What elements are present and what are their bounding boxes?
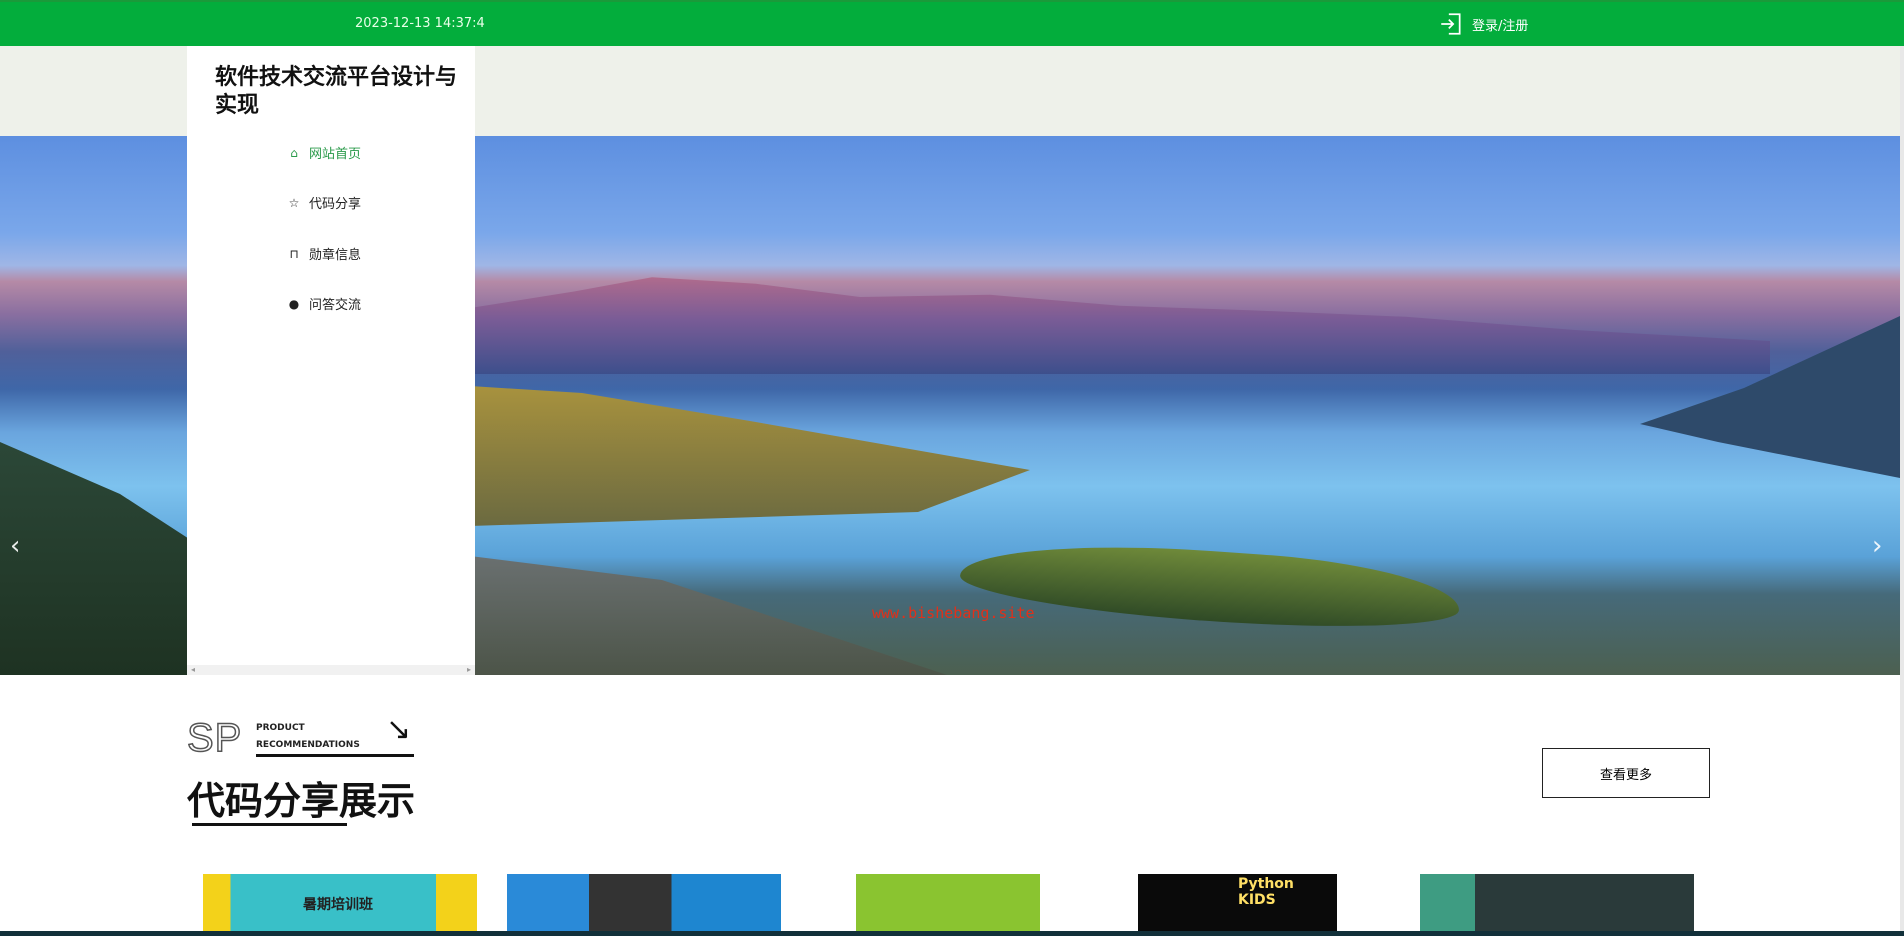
card-caption: 暑期培训班 bbox=[303, 897, 373, 913]
code-card[interactable]: 暑期培训班 bbox=[203, 874, 477, 936]
section-logo: SP bbox=[186, 715, 243, 761]
banner-hill-left bbox=[0, 442, 200, 675]
code-card[interactable] bbox=[856, 874, 1040, 936]
banner-mountains bbox=[470, 277, 1770, 374]
code-card[interactable] bbox=[1420, 874, 1694, 936]
sidebar-item-label: 勋章信息 bbox=[309, 248, 362, 263]
star-icon: ☆ bbox=[288, 195, 300, 210]
sidebar-scrollbar[interactable]: ◂ ▸ bbox=[187, 665, 475, 675]
sidebar-item-label: 问答交流 bbox=[309, 298, 362, 313]
banner-island bbox=[958, 533, 1462, 639]
subtitle-underline bbox=[256, 754, 414, 757]
top-bar: 2023-12-13 14:37:4 登录/注册 bbox=[0, 0, 1904, 46]
sidebar-item-medals[interactable]: ⊓ 勋章信息 bbox=[287, 244, 362, 264]
sidebar: 软件技术交流平台设计与实现 ⌂ 网站首页 ☆ 代码分享 ⊓ 勋章信息 ● 问答交流 ◂ ▸ bbox=[187, 46, 475, 675]
page-scrollbar[interactable] bbox=[1900, 46, 1904, 931]
sidebar-item-qa[interactable]: ● 问答交流 bbox=[287, 294, 362, 314]
home-icon: ⌂ bbox=[290, 145, 298, 160]
arrow-down-icon: ↘ bbox=[386, 712, 412, 747]
code-card[interactable] bbox=[507, 874, 781, 936]
subtitle-line-2: RECOMMENDATIONS bbox=[256, 740, 360, 750]
sidebar-item-code-share[interactable]: ☆ 代码分享 bbox=[287, 193, 362, 213]
info-circle-icon: ● bbox=[288, 296, 300, 311]
datetime: 2023-12-13 14:37:4 bbox=[355, 16, 485, 31]
login-register-link[interactable]: 登录/注册 bbox=[1438, 11, 1528, 37]
view-more-button[interactable]: 查看更多 bbox=[1542, 748, 1710, 798]
chevron-right-icon[interactable]: › bbox=[1872, 531, 1882, 561]
subtitle-line-1: PRODUCT bbox=[256, 723, 305, 733]
bag-icon: ⊓ bbox=[289, 246, 299, 261]
code-card[interactable]: Python KIDS bbox=[1138, 874, 1337, 936]
card-caption: Python KIDS bbox=[1238, 876, 1294, 908]
banner-shore bbox=[470, 386, 1030, 526]
sign-in-icon bbox=[1441, 13, 1461, 35]
sidebar-item-label: 代码分享 bbox=[309, 197, 362, 212]
sidebar-item-label: 网站首页 bbox=[309, 147, 362, 162]
sidebar-item-home[interactable]: ⌂ 网站首页 bbox=[287, 143, 362, 163]
section-subtitle: PRODUCT RECOMMENDATIONS bbox=[256, 720, 360, 754]
section-title: 代码分享展示 bbox=[187, 779, 416, 823]
site-title: 软件技术交流平台设计与实现 bbox=[215, 65, 458, 118]
title-underline bbox=[192, 823, 347, 826]
watermark: www.bishebang.site bbox=[872, 604, 1035, 622]
login-register-label: 登录/注册 bbox=[1472, 18, 1529, 34]
bottom-bar bbox=[0, 931, 1904, 936]
chevron-left-icon[interactable]: ‹ bbox=[10, 531, 20, 561]
